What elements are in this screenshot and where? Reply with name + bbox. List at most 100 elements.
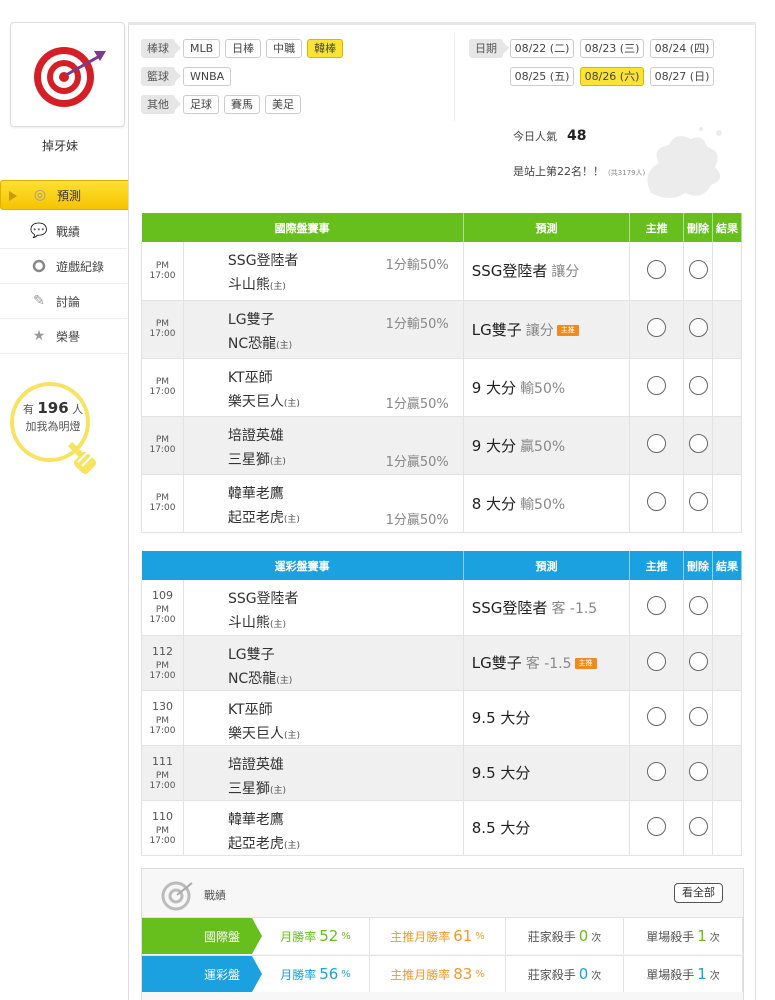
medal-icon: ★ [32,328,46,344]
sport-chip-american-football[interactable]: 美足 [265,94,301,114]
featured-radio[interactable] [647,259,667,279]
featured-radio[interactable] [647,651,667,671]
featured-radio[interactable] [647,318,667,337]
featured-radio[interactable] [647,596,667,616]
result-cell [712,358,742,417]
delete-radio[interactable] [688,651,708,671]
monthly-win-rate-value: 56 [319,965,339,983]
delete-radio[interactable] [688,376,708,395]
delete-cell [683,242,714,301]
featured-radio[interactable] [647,376,667,395]
popularity-label: 今日人氣 [513,130,557,143]
date-chip-selected[interactable]: 08/26 (六) [580,67,644,86]
sport-chip-horse-racing[interactable]: 賽馬 [224,94,260,114]
game-time: PM 17:00 [149,260,176,281]
single-game-killer-unit: 次 [709,970,720,982]
home-team-name: 斗山熊 [227,615,270,631]
pick-detail: 輸50% [520,496,566,513]
delete-radio[interactable] [688,318,708,337]
featured-radio[interactable] [647,816,667,836]
delete-radio[interactable] [688,596,708,616]
table-row: PM 17:00 SSG登陸者 斗山熊(主) 1分輸50% SSG登陸者 讓分 [141,242,742,301]
featured-radio[interactable] [647,761,667,781]
featured-monthly-win-rate-unit: % [475,930,485,942]
sport-chip-npb[interactable]: 日棒 [225,38,262,58]
handicap-odds: 1分贏50% [385,454,449,470]
fan-bulb[interactable]: 有 196 人 加我為明燈 [10,382,110,487]
rank-text: 是站上第22名！！ [513,165,604,178]
pick-value: 9.5 大分 [471,764,531,782]
home-team: 起亞老虎(主) [228,833,300,853]
away-team: KT巫師 [227,369,273,386]
table-row: PM 17:00 LG雙子 NC恐龍(主) 1分輸50% LG雙子 讓分 主推 [141,300,742,359]
sidebar-item-game-log[interactable]: 遊戲紀錄 [0,249,127,284]
home-marker: (主) [283,730,300,741]
col-header-delete: 刪除 [683,551,714,580]
sport-chip-kbo[interactable]: 韓棒 [307,38,344,58]
date-label: 日期 [469,39,509,58]
date-chip[interactable]: 08/25 (五) [510,67,574,86]
record-row: 國際盤 月勝率 52% 主推月勝率 61% 莊家殺手 0 次單場殺手 1 次 [142,917,743,954]
home-team-name: NC恐龍 [227,335,277,352]
handicap-odds: 1分輸50% [385,258,449,273]
delete-radio[interactable] [688,816,708,836]
game-time-cell: PM 17:00 [141,242,184,301]
date-chip[interactable]: 08/24 (四) [650,39,714,58]
delete-cell [683,800,714,856]
featured-cell [629,242,685,301]
delete-cell [683,300,714,359]
game-number: 112 [151,644,173,658]
date-chip[interactable]: 08/22 (二) [510,39,574,58]
sidebar-item-honor[interactable]: ★ 榮譽 [0,319,127,354]
delete-radio[interactable] [688,761,708,781]
result-cell [712,800,742,856]
bookie-killer: 莊家殺手 0 次 [506,918,624,954]
result-cell [712,300,742,359]
sport-chip-wnba[interactable]: WNBA [183,66,232,86]
record-panel: 戰績 看全部 國際盤 月勝率 52% 主推月勝率 61% 莊家殺手 0 次單場殺手 1 次運彩盤月… [141,868,744,1000]
home-marker: (主) [269,785,286,796]
featured-cell [629,800,685,856]
record-row: 運彩盤 月勝率 56% 主推月勝率 83% 莊家殺手 0 次單場殺手 1 次 [142,955,743,992]
home-team: 起亞老虎(主) [228,507,300,527]
delete-radio[interactable] [688,259,708,279]
date-chip[interactable]: 08/23 (三) [580,39,644,58]
sidebar-item-predict[interactable]: ◎ 預測 [0,180,142,210]
sport-chip-mlb[interactable]: MLB [183,38,221,58]
date-chip[interactable]: 08/27 (日) [650,67,714,86]
featured-cell [629,635,685,691]
result-cell [712,635,742,691]
sidebar-item-discuss[interactable]: ✎ 討論 [0,284,127,319]
matchup-cell: 培證英雄 三星獅(主) 1分贏50% [183,416,464,475]
pick-cell: LG雙子客 -1.5 主推 [463,635,631,691]
delete-radio[interactable] [688,492,708,511]
international-table: 國際盤賽事 預測 主推 刪除 結果 PM 17:00 SSG登陸者 斗山熊(主) 1分… [141,213,742,533]
featured-tag: 主推 [556,324,579,336]
sport-row-baseball: 棒球 MLB 日棒 中職 韓棒 [141,37,348,59]
game-time-cell: 130 PM 17:00 [141,690,184,746]
away-team: SSG登陸者 [227,253,299,269]
delete-radio[interactable] [688,706,708,726]
col-header-pick: 預測 [463,551,631,580]
dartboard-icon [33,46,106,107]
home-marker: (主) [283,840,300,851]
avatar[interactable] [10,22,125,127]
featured-radio[interactable] [647,492,667,511]
sport-chip-cpbl[interactable]: 中職 [266,38,303,58]
pick-cell: 9.5 大分 [463,745,631,801]
view-all-button[interactable]: 看全部 [674,883,723,903]
sport-chip-soccer[interactable]: 足球 [183,94,219,114]
date-row-1: 08/22 (二) 08/23 (三) 08/24 (四) [510,39,720,58]
table-row: 110 PM 17:00 韓華老鷹 起亞老虎(主) 8.5 大分 [141,800,742,856]
category-baseball: 棒球 [141,38,181,58]
pick-cell: 9 大分 輸50% [463,358,631,417]
monthly-win-rate-label: 月勝率 [280,967,317,982]
sidebar-item-record[interactable]: 💬 戰績 [0,214,127,249]
bookie-killer-label: 莊家殺手 [527,967,576,982]
delete-radio[interactable] [688,434,708,453]
matchup-cell: SSG登陸者 斗山熊(主) [183,580,464,636]
game-time-cell: 112 PM 17:00 [141,635,184,691]
featured-radio[interactable] [647,706,667,726]
featured-radio[interactable] [647,434,667,453]
table-row: PM 17:00 培證英雄 三星獅(主) 1分贏50% 9 大分 贏50% [141,416,742,475]
